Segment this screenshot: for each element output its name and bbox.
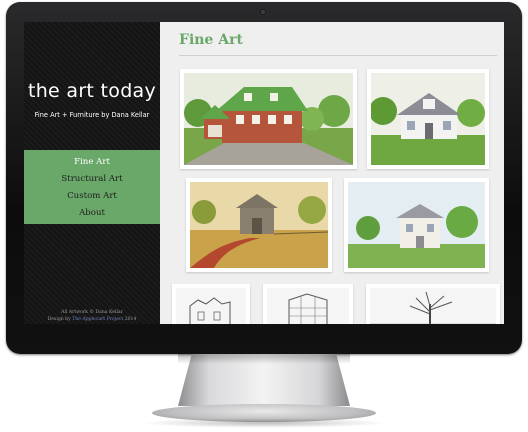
nav-item-structural-art[interactable]: Structural Art <box>24 174 160 184</box>
site-logo-title[interactable]: the art today <box>24 80 160 102</box>
monitor-stand-shade <box>178 354 350 364</box>
footer-design-year: 2014 <box>124 317 137 322</box>
main-content: Fine Art <box>160 22 504 324</box>
page-title: Fine Art <box>179 32 243 48</box>
gallery-thumb-sketch-tree[interactable] <box>366 284 500 324</box>
title-divider <box>179 55 497 56</box>
gallery-thumb-sketch-building[interactable] <box>263 284 353 324</box>
sketch-building <box>267 288 349 324</box>
sketch-tree <box>370 288 496 324</box>
painting-white-house <box>371 73 485 165</box>
footer-design-credit: Design by The Applecart Project 2014 <box>24 317 160 322</box>
monitor-screen: the art today Fine Art + Furniture by Da… <box>24 22 504 324</box>
main-nav: Fine Art Structural Art Custom Art About <box>24 150 160 224</box>
painting-barn <box>190 182 328 268</box>
site-tagline: Fine Art + Furniture by Dana Kellar <box>34 111 150 119</box>
gallery-thumb-sketch-townhouse[interactable] <box>172 284 250 324</box>
monitor-foot-shadow <box>140 418 388 428</box>
footer-copyright: All Artwork © Dana Kellar <box>61 310 123 315</box>
painting-brick-house <box>184 73 353 165</box>
footer-design-link[interactable]: The Applecart Project <box>72 317 123 322</box>
gallery-thumb-farmhouse[interactable] <box>344 178 489 272</box>
sidebar: the art today Fine Art + Furniture by Da… <box>24 22 160 324</box>
sketch-townhouse <box>176 288 246 324</box>
gallery-thumb-barn[interactable] <box>186 178 332 272</box>
nav-item-custom-art[interactable]: Custom Art <box>24 191 160 201</box>
nav-item-about[interactable]: About <box>24 208 160 218</box>
camera-icon <box>261 10 265 14</box>
nav-item-fine-art[interactable]: Fine Art <box>24 157 160 167</box>
painting-farmhouse <box>348 182 485 268</box>
footer-design-prefix: Design by <box>47 317 71 322</box>
gallery-thumb-white-house[interactable] <box>367 69 489 169</box>
gallery-thumb-brick-house[interactable] <box>180 69 357 169</box>
